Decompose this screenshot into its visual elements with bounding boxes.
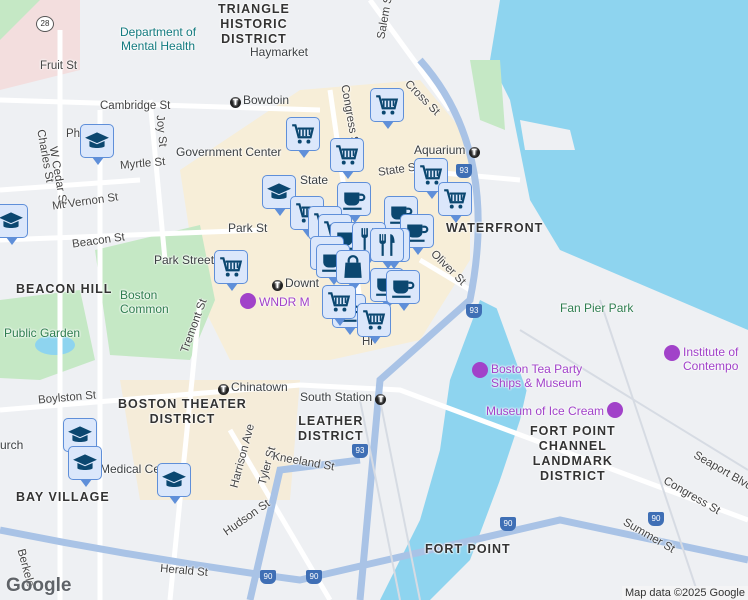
district-fort-point: FORT POINT (425, 542, 511, 556)
place-mental-health[interactable]: Department of Mental Health (120, 25, 196, 53)
map-marker[interactable] (370, 228, 404, 269)
district-fort-point-channel: FORT POINT CHANNEL LANDMARK DISTRICT (530, 424, 616, 483)
education-icon (266, 179, 292, 205)
i90-shield: 90 (648, 512, 664, 526)
education-icon (0, 208, 24, 234)
street-ph: Ph (66, 128, 81, 140)
district-leather: LEATHER DISTRICT (298, 414, 364, 443)
place-public-garden[interactable]: Public Garden (4, 326, 80, 340)
place-state[interactable]: State (300, 173, 328, 187)
t-station-icon: T (468, 147, 480, 158)
cart-icon (374, 92, 400, 118)
district-waterfront: WATERFRONT (446, 221, 544, 235)
i93-shield: 93 (456, 164, 472, 178)
place-tea-party[interactable]: Boston Tea Party Ships & Museum (472, 362, 582, 390)
place-chinatown[interactable]: T Chinatown (218, 380, 288, 395)
map-marker[interactable] (286, 117, 320, 158)
route-28-shield: 28 (36, 16, 54, 32)
i90-shield: 90 (500, 517, 516, 531)
museum-pin-icon (240, 293, 256, 309)
cart-icon (334, 142, 360, 168)
map-marker[interactable] (157, 463, 191, 504)
education-icon (161, 467, 187, 493)
street-cambridge: Cambridge St (100, 100, 171, 112)
i93-shield: 93 (352, 444, 368, 458)
t-station-icon: T (218, 384, 229, 395)
place-ice-cream[interactable]: Museum of Ice Cream (486, 402, 626, 418)
map-marker[interactable] (80, 124, 114, 165)
map-marker[interactable] (386, 270, 420, 311)
cart-icon (290, 121, 316, 147)
cart-icon (361, 307, 387, 333)
place-aquarium[interactable]: Aquarium T (414, 143, 482, 158)
district-triangle: TRIANGLE HISTORIC DISTRICT (218, 2, 290, 46)
shopping-bag-icon (340, 254, 366, 280)
map-marker[interactable] (438, 182, 472, 223)
district-beacon-hill: BEACON HILL (16, 282, 113, 296)
place-wndr[interactable]: WNDR M (240, 293, 310, 309)
map-marker[interactable] (68, 446, 102, 487)
education-icon (67, 422, 93, 448)
cart-icon (326, 289, 352, 315)
place-fan-pier[interactable]: Fan Pier Park (560, 301, 633, 315)
street-fruit: Fruit St (40, 60, 78, 72)
museum-pin-icon (664, 345, 680, 361)
cart-icon (442, 186, 468, 212)
cup-icon (390, 274, 416, 300)
map-marker[interactable] (330, 138, 364, 179)
place-boston-common[interactable]: Boston Common (120, 288, 169, 316)
education-icon (84, 128, 110, 154)
place-medical[interactable]: Medical Ce (100, 462, 160, 476)
google-logo[interactable]: Google (6, 575, 71, 597)
t-station-icon: T (375, 394, 387, 405)
museum-pin-icon (472, 362, 488, 378)
museum-pin-icon (607, 402, 624, 418)
map-marker[interactable] (336, 250, 370, 291)
place-downtown[interactable]: T Downt (272, 276, 319, 291)
map-marker[interactable] (322, 285, 356, 326)
map-marker[interactable] (337, 182, 371, 223)
education-icon (72, 450, 98, 476)
map-marker[interactable] (0, 204, 28, 245)
t-station-icon: T (272, 280, 283, 291)
place-haymarket[interactable]: Haymarket (250, 45, 308, 59)
t-station-icon: T (230, 97, 241, 108)
i90-shield: 90 (306, 570, 322, 584)
place-government-center[interactable]: Government Center (176, 145, 281, 159)
restaurant-icon (374, 232, 400, 258)
place-church[interactable]: urch (0, 438, 23, 452)
place-south-station[interactable]: South Station T (300, 390, 388, 405)
i93-shield: 93 (466, 304, 482, 318)
place-park-st[interactable]: Park St (228, 221, 267, 235)
place-institute[interactable]: Institute of Contempo (664, 345, 738, 373)
map-attribution[interactable]: Map data ©2025 Google (621, 586, 748, 600)
cart-icon (218, 254, 244, 280)
district-theater: BOSTON THEATER DISTRICT (118, 397, 247, 426)
map-marker[interactable] (214, 250, 248, 291)
place-bowdoin[interactable]: T Bowdoin (230, 93, 289, 108)
district-bay-village: BAY VILLAGE (16, 490, 110, 504)
map-marker[interactable] (370, 88, 404, 129)
cup-icon (341, 186, 367, 212)
i90-shield: 90 (260, 570, 276, 584)
map-marker[interactable] (357, 303, 391, 344)
place-park-street[interactable]: Park Street (154, 253, 214, 267)
